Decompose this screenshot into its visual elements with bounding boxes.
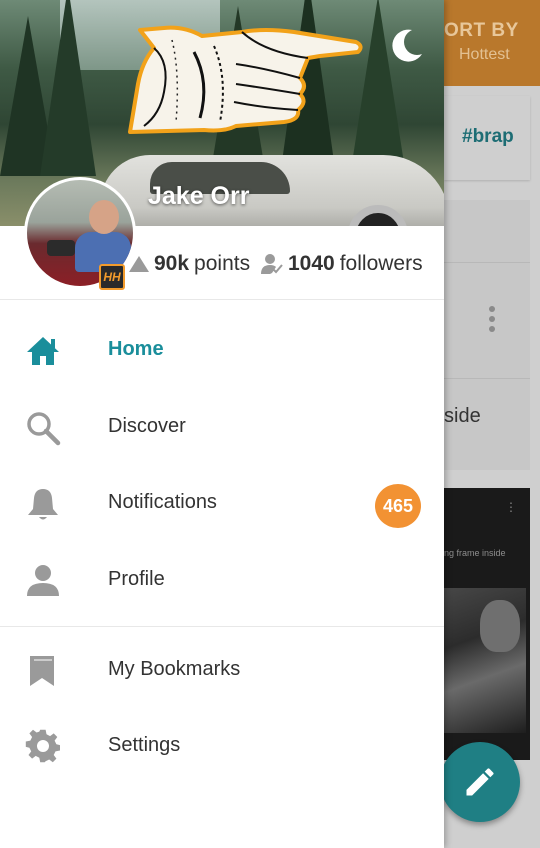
bookmark-icon [30, 656, 54, 686]
sort-by-value[interactable]: Hottest [459, 46, 510, 64]
nav-item-label: Settings [108, 734, 181, 756]
points-value: 90k [154, 252, 190, 275]
home-icon [27, 337, 59, 365]
divider [444, 262, 530, 263]
nav-item-home[interactable]: Home [0, 313, 444, 389]
nav-item-label: My Bookmarks [108, 658, 241, 680]
nav-item-label: Profile [108, 568, 165, 590]
nav-item-discover[interactable]: Discover [0, 390, 444, 466]
gear-icon [25, 729, 60, 763]
video-more-icon[interactable]: ⋮ [505, 500, 517, 514]
follower-check-icon [261, 254, 283, 274]
notification-count-badge: 465 [375, 484, 421, 528]
user-level-badge: HH [99, 264, 125, 290]
followers-stat[interactable]: 1040 followers [260, 250, 423, 278]
night-mode-icon[interactable] [386, 26, 426, 66]
nav-item-label: Discover [108, 415, 186, 437]
followers-label: followers [339, 252, 423, 275]
avatar-detail [89, 200, 119, 234]
nav-item-my-bookmarks[interactable]: My Bookmarks [0, 633, 444, 709]
avatar-detail [47, 240, 75, 256]
search-icon [27, 412, 61, 446]
bell-icon [28, 489, 58, 520]
navigation-drawer: Jake Orr HH 90k points 1040 followers Ho… [0, 0, 444, 848]
sort-header[interactable] [444, 0, 540, 86]
nav-item-label: Notifications [108, 491, 217, 513]
nav-item-profile[interactable]: Profile [0, 543, 444, 619]
followers-value: 1040 [288, 252, 335, 275]
video-caption: ng frame inside [444, 548, 506, 558]
tag-label[interactable]: #brap [462, 126, 514, 148]
user-name[interactable]: Jake Orr [148, 182, 249, 211]
nav-item-notifications[interactable]: Notifications 465 [0, 466, 444, 542]
points-label: points [194, 252, 251, 275]
compose-button[interactable] [440, 742, 520, 822]
sort-by-title: ORT BY [444, 20, 519, 41]
divider [0, 626, 444, 627]
nav-item-settings[interactable]: Settings [0, 709, 444, 785]
pointing-hand-icon [128, 25, 363, 134]
cover-tree [40, 0, 96, 176]
more-options-icon[interactable] [487, 306, 497, 336]
nav-item-label: Home [108, 338, 164, 360]
divider [444, 378, 530, 379]
person-icon [27, 565, 59, 596]
pencil-icon [466, 768, 494, 796]
divider [0, 299, 444, 300]
upvote-triangle-icon [129, 256, 149, 272]
points-stat: 90k points [128, 250, 250, 278]
post-title-fragment: side [444, 405, 481, 427]
video-thumbnail-detail [480, 600, 520, 652]
